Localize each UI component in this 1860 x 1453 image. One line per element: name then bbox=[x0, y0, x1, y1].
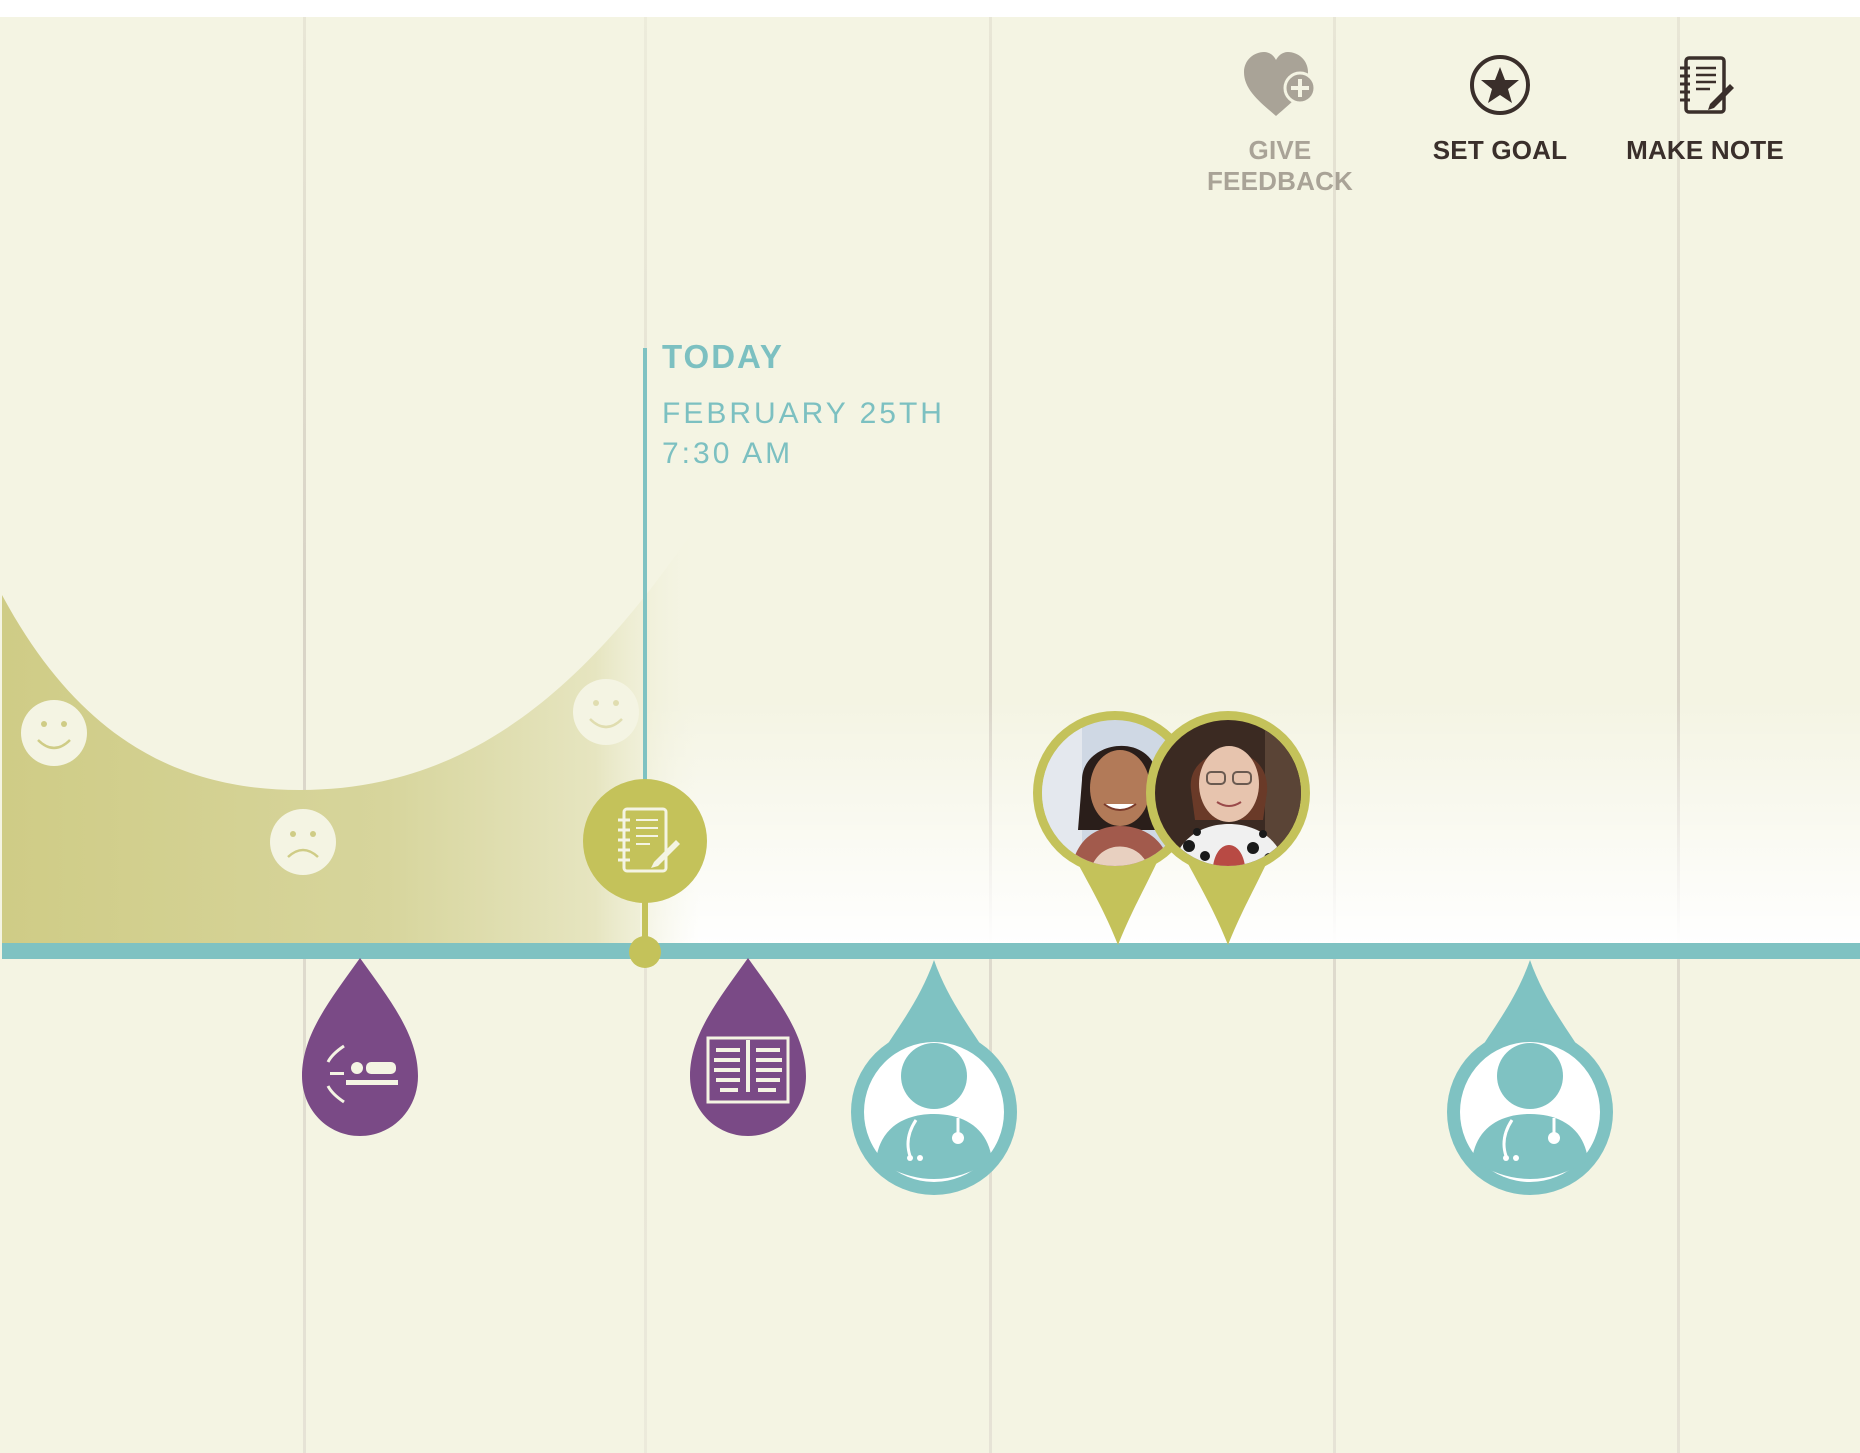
timeline-axis bbox=[2, 943, 1860, 959]
today-date: FEBRUARY 25TH bbox=[662, 397, 945, 430]
star-circle-icon bbox=[1470, 55, 1530, 115]
today-marker: TODAY FEBRUARY 25TH 7:30 AM bbox=[662, 338, 945, 474]
person-photo bbox=[1155, 720, 1301, 866]
care-team-member-2[interactable] bbox=[1155, 720, 1301, 866]
set-goal-button[interactable]: SET GOAL bbox=[1415, 52, 1585, 166]
give-feedback-button[interactable]: GIVE FEEDBACK bbox=[1180, 52, 1380, 197]
notebook-icon bbox=[1680, 56, 1734, 114]
today-title: TODAY bbox=[662, 338, 784, 375]
give-feedback-label: GIVE FEEDBACK bbox=[1206, 135, 1354, 196]
make-note-button[interactable]: MAKE NOTE bbox=[1620, 52, 1790, 166]
make-note-label: MAKE NOTE bbox=[1626, 135, 1784, 165]
mood-area bbox=[2, 520, 700, 950]
heart-plus-icon bbox=[1244, 52, 1317, 116]
today-line bbox=[643, 348, 647, 948]
set-goal-label: SET GOAL bbox=[1432, 135, 1568, 165]
today-time: 7:30 AM bbox=[662, 437, 794, 470]
mood-chart bbox=[2, 348, 1860, 959]
